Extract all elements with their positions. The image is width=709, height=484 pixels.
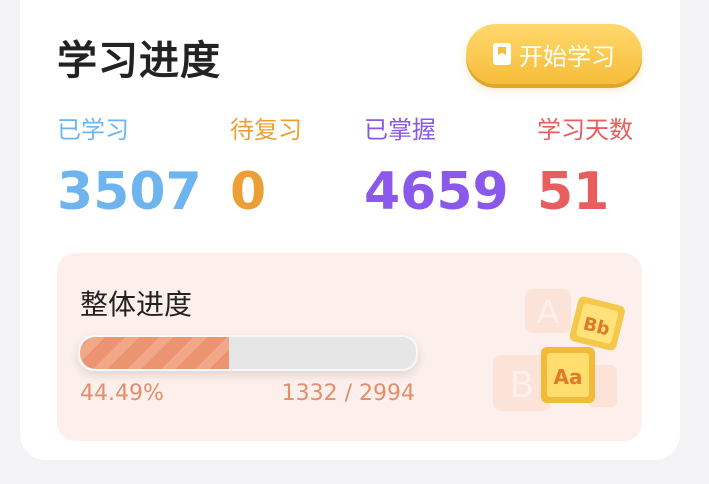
stat-value: 4659 <box>364 162 509 222</box>
progress-bar <box>78 335 418 371</box>
stat-mastered: 已掌握 4659 <box>364 112 509 222</box>
stat-label: 待复习 <box>230 116 302 144</box>
svg-text:A: A <box>537 293 559 331</box>
progress-percent: 44.49% <box>80 381 164 406</box>
stat-label: 已学习 <box>57 116 129 144</box>
page-title: 学习进度 <box>57 38 221 84</box>
overall-progress-panel: 整体进度 44.49% 1332 / 2994 A B Bb Aa <box>57 253 642 441</box>
stat-review: 待复习 0 <box>230 112 302 222</box>
stat-value: 0 <box>230 162 267 222</box>
stat-label: 学习天数 <box>537 116 633 144</box>
svg-text:B: B <box>510 365 535 406</box>
stat-label: 已掌握 <box>364 116 436 144</box>
stat-value: 51 <box>537 162 610 222</box>
progress-title: 整体进度 <box>80 288 193 321</box>
start-learning-button[interactable]: 开始学习 <box>466 24 642 84</box>
start-learning-label: 开始学习 <box>519 42 615 71</box>
progress-count: 1332 / 2994 <box>281 381 415 406</box>
stat-study-days: 学习天数 51 <box>537 112 633 222</box>
stat-learned: 已学习 3507 <box>57 112 202 222</box>
stat-value: 3507 <box>57 162 202 222</box>
book-icon <box>493 43 511 65</box>
block-bottom-text: Aa <box>554 365 583 389</box>
progress-bar-fill <box>80 337 230 369</box>
letter-blocks-icon: A B Bb Aa <box>493 289 625 411</box>
